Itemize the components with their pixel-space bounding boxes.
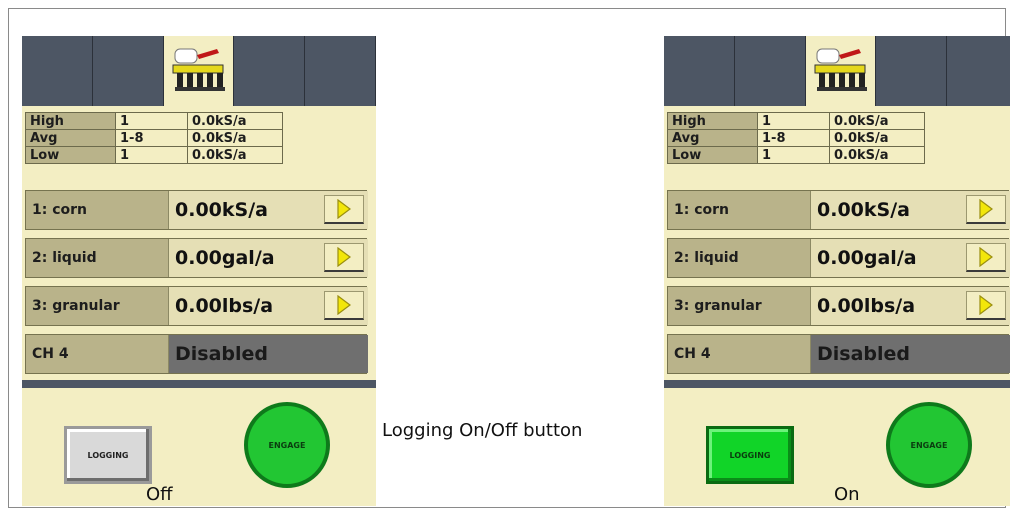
tab-2[interactable] bbox=[735, 36, 806, 106]
channel-rate-value: Disabled bbox=[810, 335, 1010, 373]
channel-rate-value: 0.00lbs/a bbox=[810, 287, 1010, 325]
tab-5[interactable] bbox=[947, 36, 1010, 106]
channel-row-3[interactable]: 3: granular 0.00lbs/a bbox=[667, 286, 1010, 326]
channel-rate-value: 0.00gal/a bbox=[810, 239, 1010, 277]
channel-rate-text: 0.00gal/a bbox=[175, 247, 275, 269]
channel-rate-text: 0.00lbs/a bbox=[817, 295, 916, 317]
tab-1[interactable] bbox=[22, 36, 93, 106]
tab-bar bbox=[22, 36, 376, 106]
stat-rate: 0.0kS/a bbox=[187, 129, 283, 147]
divider-strip bbox=[664, 380, 1010, 388]
stat-rate: 0.0kS/a bbox=[829, 112, 925, 130]
channel-label: 3: granular bbox=[674, 298, 762, 314]
engage-button[interactable]: ENGAGE bbox=[244, 402, 330, 488]
stat-rows: 1 bbox=[115, 112, 188, 130]
channel-arrow-button[interactable] bbox=[966, 195, 1006, 224]
table-row: Avg 1-8 0.0kS/a bbox=[25, 129, 283, 147]
channel-rate-value: 0.00kS/a bbox=[168, 191, 368, 229]
stat-rows: 1-8 bbox=[115, 129, 188, 147]
channel-rate-text: 0.00kS/a bbox=[817, 199, 910, 221]
tab-1[interactable] bbox=[664, 36, 735, 106]
channel-label: CH 4 bbox=[674, 346, 711, 362]
stat-label: Low bbox=[667, 146, 758, 164]
tab-4[interactable] bbox=[876, 36, 948, 106]
channel-label: 3: granular bbox=[32, 298, 120, 314]
tab-planter[interactable] bbox=[805, 36, 877, 106]
channel-row-2[interactable]: 2: liquid 0.00gal/a bbox=[667, 238, 1010, 278]
stat-rate: 0.0kS/a bbox=[187, 112, 283, 130]
channel-label: 2: liquid bbox=[32, 250, 97, 266]
channel-rate-text: 0.00gal/a bbox=[817, 247, 917, 269]
channel-label: 1: corn bbox=[674, 202, 730, 218]
callout-text: Logging On/Off button bbox=[382, 420, 583, 441]
stat-rows: 1 bbox=[757, 112, 830, 130]
planter-icon bbox=[172, 48, 226, 91]
tab-2[interactable] bbox=[93, 36, 164, 106]
channel-rate-text: 0.00kS/a bbox=[175, 199, 268, 221]
play-arrow-icon bbox=[979, 247, 993, 267]
logging-button[interactable]: LOGGING bbox=[64, 426, 152, 484]
stat-label: Low bbox=[25, 146, 116, 164]
channel-rate-text: 0.00lbs/a bbox=[175, 295, 274, 317]
channel-arrow-button[interactable] bbox=[324, 195, 364, 224]
divider-strip bbox=[22, 380, 376, 388]
monitor-screen-logging-on: High 1 0.0kS/a Avg 1-8 0.0kS/a Low 1 0.0… bbox=[664, 36, 1010, 506]
rate-summary-table: High 1 0.0kS/a Avg 1-8 0.0kS/a Low 1 0.0… bbox=[667, 112, 925, 164]
monitor-screen-logging-off: High 1 0.0kS/a Avg 1-8 0.0kS/a Low 1 0.0… bbox=[22, 36, 376, 506]
channel-row-1[interactable]: 1: corn 0.00kS/a bbox=[667, 190, 1010, 230]
channel-row-3[interactable]: 3: granular 0.00lbs/a bbox=[25, 286, 368, 326]
channel-label: 1: corn bbox=[32, 202, 88, 218]
channel-rate-text: Disabled bbox=[175, 343, 269, 365]
play-arrow-icon bbox=[979, 295, 993, 315]
stat-label: Avg bbox=[667, 129, 758, 147]
tab-5[interactable] bbox=[305, 36, 376, 106]
stat-rows: 1-8 bbox=[757, 129, 830, 147]
channel-row-4[interactable]: CH 4 Disabled bbox=[25, 334, 368, 374]
planter-icon bbox=[814, 48, 868, 91]
stat-label: High bbox=[25, 112, 116, 130]
channel-rate-value: 0.00kS/a bbox=[810, 191, 1010, 229]
play-arrow-icon bbox=[337, 295, 351, 315]
play-arrow-icon bbox=[337, 199, 351, 219]
engage-button[interactable]: ENGAGE bbox=[886, 402, 972, 488]
stat-rate: 0.0kS/a bbox=[829, 129, 925, 147]
channel-label: CH 4 bbox=[32, 346, 69, 362]
stat-label: High bbox=[667, 112, 758, 130]
table-row: High 1 0.0kS/a bbox=[25, 112, 283, 130]
channel-label: 2: liquid bbox=[674, 250, 739, 266]
tab-planter[interactable] bbox=[163, 36, 235, 106]
table-row: Avg 1-8 0.0kS/a bbox=[667, 129, 925, 147]
channel-rate-value: 0.00gal/a bbox=[168, 239, 368, 277]
stat-rows: 1 bbox=[115, 146, 188, 164]
channel-arrow-button[interactable] bbox=[324, 243, 364, 272]
channel-row-2[interactable]: 2: liquid 0.00gal/a bbox=[25, 238, 368, 278]
stat-label: Avg bbox=[25, 129, 116, 147]
rate-summary-table: High 1 0.0kS/a Avg 1-8 0.0kS/a Low 1 0.0… bbox=[25, 112, 283, 164]
channel-rate-text: Disabled bbox=[817, 343, 911, 365]
table-row: Low 1 0.0kS/a bbox=[25, 146, 283, 164]
stat-rows: 1 bbox=[757, 146, 830, 164]
channel-arrow-button[interactable] bbox=[966, 243, 1006, 272]
channel-arrow-button[interactable] bbox=[966, 291, 1006, 320]
channel-arrow-button[interactable] bbox=[324, 291, 364, 320]
play-arrow-icon bbox=[337, 247, 351, 267]
play-arrow-icon bbox=[979, 199, 993, 219]
stat-rate: 0.0kS/a bbox=[829, 146, 925, 164]
channel-rate-value: Disabled bbox=[168, 335, 368, 373]
table-row: Low 1 0.0kS/a bbox=[667, 146, 925, 164]
logging-state-caption: Off bbox=[146, 484, 173, 505]
logging-state-caption: On bbox=[834, 484, 860, 505]
channel-row-4[interactable]: CH 4 Disabled bbox=[667, 334, 1010, 374]
channel-rate-value: 0.00lbs/a bbox=[168, 287, 368, 325]
logging-button[interactable]: LOGGING bbox=[706, 426, 794, 484]
tab-4[interactable] bbox=[234, 36, 306, 106]
table-row: High 1 0.0kS/a bbox=[667, 112, 925, 130]
tab-bar bbox=[664, 36, 1010, 106]
channel-row-1[interactable]: 1: corn 0.00kS/a bbox=[25, 190, 368, 230]
stat-rate: 0.0kS/a bbox=[187, 146, 283, 164]
